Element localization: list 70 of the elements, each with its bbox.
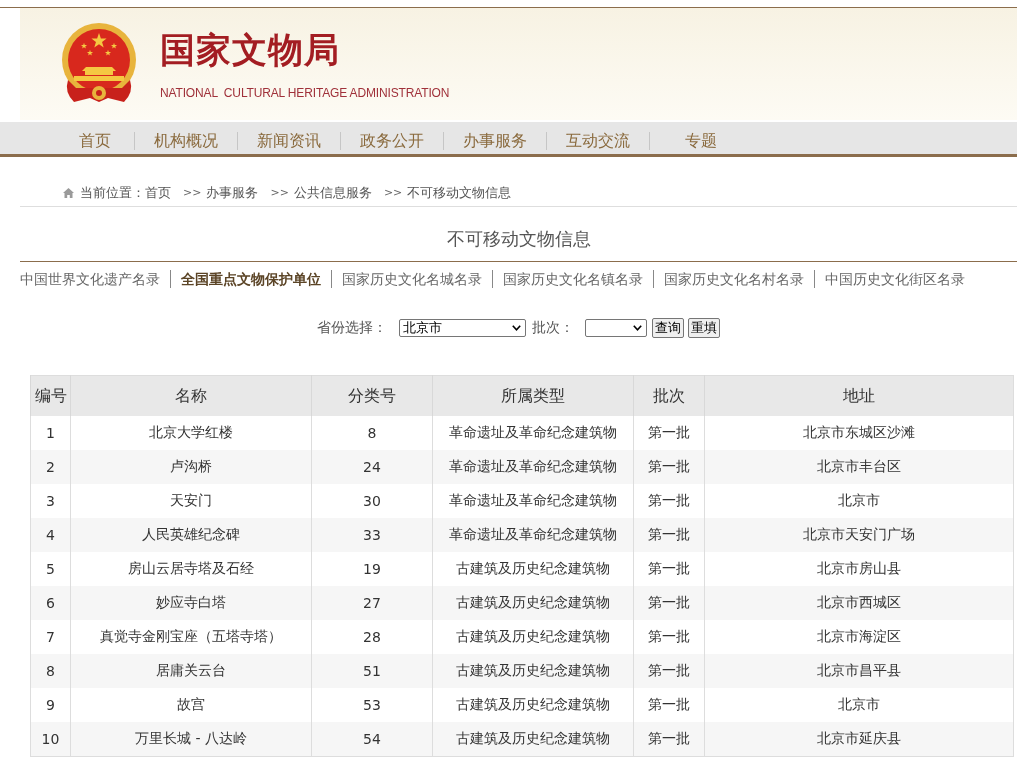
province-dropdown[interactable]: 北京市 bbox=[399, 319, 526, 337]
reset-button[interactable]: 重填 bbox=[688, 318, 720, 338]
column-header: 名称 bbox=[70, 375, 312, 416]
table-cell: 8 bbox=[30, 654, 71, 688]
site-title: 国家文物局 bbox=[160, 30, 340, 70]
table-cell: 10 bbox=[30, 722, 71, 757]
table-cell: 第一批 bbox=[633, 586, 705, 620]
column-header: 批次 bbox=[633, 375, 705, 416]
table-cell: 北京市延庆县 bbox=[704, 722, 1014, 757]
breadcrumb-separator: >> bbox=[383, 184, 403, 201]
breadcrumb-link[interactable]: 办事服务 bbox=[206, 184, 259, 201]
chevron-icon bbox=[512, 325, 521, 331]
table-cell: 人民英雄纪念碑 bbox=[70, 518, 312, 552]
table-cell: 北京市昌平县 bbox=[704, 654, 1014, 688]
breadcrumb-separator: >> bbox=[270, 184, 289, 201]
table-cell: 革命遗址及革命纪念建筑物 bbox=[432, 450, 634, 484]
batch-label: 批次： bbox=[532, 319, 574, 337]
table-cell: 第一批 bbox=[633, 654, 705, 688]
table-cell: 北京市西城区 bbox=[704, 586, 1014, 620]
table-cell: 第一批 bbox=[633, 722, 705, 757]
chevron-icon bbox=[633, 325, 642, 331]
table-cell: 33 bbox=[311, 518, 433, 552]
table-cell: 51 bbox=[311, 654, 433, 688]
nav-item[interactable]: 新闻资讯 bbox=[237, 131, 340, 150]
table-cell: 4 bbox=[30, 518, 71, 552]
page-title: 不可移动文物信息 bbox=[446, 228, 591, 249]
table-cell: 古建筑及历史纪念建筑物 bbox=[432, 654, 634, 688]
column-header: 分类号 bbox=[311, 375, 433, 416]
nav-item[interactable]: 办事服务 bbox=[443, 131, 546, 150]
breadcrumb-link[interactable]: 不可移动文物信息 bbox=[407, 184, 512, 201]
batch-dropdown[interactable] bbox=[585, 319, 647, 337]
emblem-icon bbox=[60, 22, 138, 105]
table-cell: 27 bbox=[311, 586, 433, 620]
breadcrumb-separator: >> bbox=[183, 184, 202, 201]
category-link[interactable]: 国家历史文化名城名录 bbox=[331, 270, 482, 288]
query-button[interactable]: 查询 bbox=[652, 318, 684, 338]
nav-item[interactable]: 专题 bbox=[649, 131, 752, 150]
nav-item[interactable]: 首页 bbox=[56, 131, 134, 150]
table-cell: 24 bbox=[311, 450, 433, 484]
breadcrumb-label: 当前位置： bbox=[80, 184, 145, 201]
table-cell: 54 bbox=[311, 722, 433, 757]
category-link[interactable]: 国家历史文化名村名录 bbox=[653, 270, 804, 288]
table-cell: 第一批 bbox=[633, 518, 705, 552]
table-cell: 卢沟桥 bbox=[70, 450, 312, 484]
nav-item[interactable]: 政务公开 bbox=[340, 131, 443, 150]
province-label: 省份选择： bbox=[317, 319, 387, 337]
category-link[interactable]: 全国重点文物保护单位 bbox=[170, 270, 321, 288]
nav-item[interactable]: 机构概况 bbox=[134, 131, 237, 150]
category-link[interactable]: 中国历史文化街区名录 bbox=[814, 270, 965, 288]
site-subtitle: NATIONAL CULTURAL HERITAGE ADMINISTRATION bbox=[160, 86, 450, 100]
table-cell: 万里长城 - 八达岭 bbox=[70, 722, 312, 757]
home-icon bbox=[63, 187, 74, 198]
breadcrumb-link[interactable]: 首页 bbox=[145, 184, 171, 201]
table-cell: 2 bbox=[30, 450, 71, 484]
category-link[interactable]: 国家历史文化名镇名录 bbox=[492, 270, 643, 288]
table-cell: 6 bbox=[30, 586, 71, 620]
column-header: 编号 bbox=[30, 375, 71, 416]
table-cell: 第一批 bbox=[633, 450, 705, 484]
table-cell: 古建筑及历史纪念建筑物 bbox=[432, 722, 634, 757]
breadcrumb-link[interactable]: 公共信息服务 bbox=[293, 184, 372, 201]
column-header: 所属类型 bbox=[432, 375, 634, 416]
table-cell: 北京市天安门广场 bbox=[704, 518, 1014, 552]
table-cell: 古建筑及历史纪念建筑物 bbox=[432, 586, 634, 620]
category-link[interactable]: 中国世界文化遗产名录 bbox=[20, 270, 160, 288]
column-header: 地址 bbox=[704, 375, 1014, 416]
table-cell: 居庸关云台 bbox=[70, 654, 312, 688]
table-cell: 革命遗址及革命纪念建筑物 bbox=[432, 518, 634, 552]
table-cell: 北京市丰台区 bbox=[704, 450, 1014, 484]
nav-item[interactable]: 互动交流 bbox=[546, 131, 649, 150]
table-cell: 妙应寺白塔 bbox=[70, 586, 312, 620]
